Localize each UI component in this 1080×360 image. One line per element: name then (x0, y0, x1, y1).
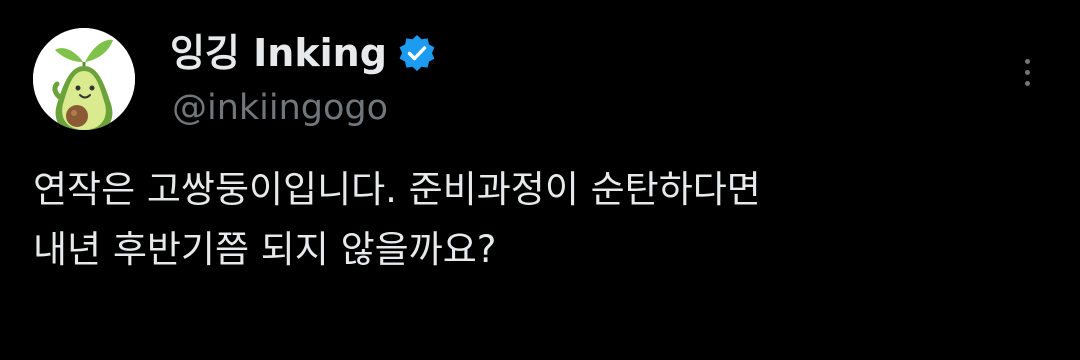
more-options-icon[interactable] (1010, 52, 1044, 92)
previous-content-fragment (70, 0, 410, 6)
dot-icon (1024, 80, 1030, 86)
author-name-row[interactable]: 잉깅 Inking (170, 28, 437, 78)
avatar[interactable] (33, 28, 135, 130)
dot-icon (1024, 58, 1030, 64)
author-handle[interactable]: @inkiingogo (172, 84, 388, 132)
tweet-text-line: 내년 후반기쯤 되지 않을까요? (33, 228, 497, 271)
author-display-name[interactable]: 잉깅 Inking (170, 28, 387, 78)
tweet-text-line: 연작은 고쌍둥이입니다. 준비과정이 순탄하다면 (33, 168, 761, 211)
avocado-avatar-icon (33, 28, 135, 130)
dot-icon (1024, 69, 1030, 75)
verified-badge-icon (399, 35, 435, 71)
tweet-text: 연작은 고쌍둥이입니다. 준비과정이 순탄하다면 내년 후반기쯤 되지 않을까요… (33, 160, 1043, 280)
